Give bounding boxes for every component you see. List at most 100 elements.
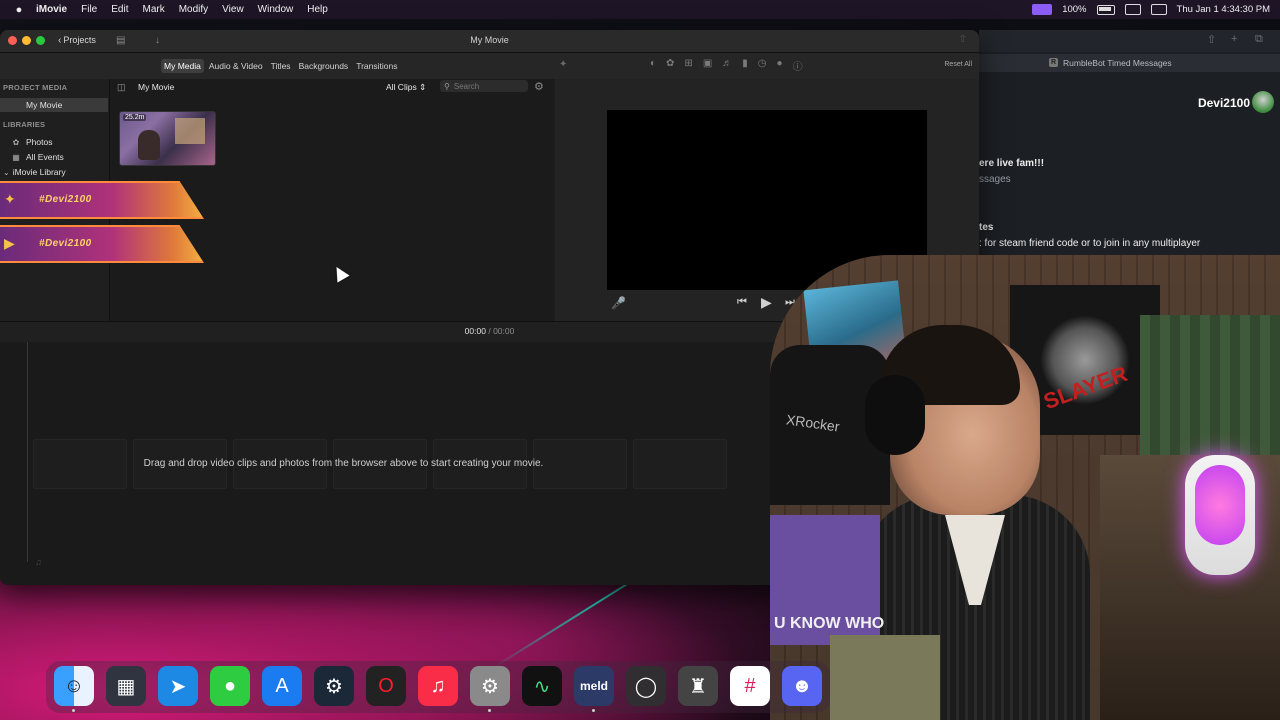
menu-edit[interactable]: Edit (111, 4, 128, 15)
system-settings-icon[interactable]: ⚙ (470, 666, 510, 706)
sidebar-item-photos[interactable]: ✿ Photos (0, 135, 108, 149)
webcam-box-text: U KNOW WHO (774, 615, 885, 632)
music-icon[interactable]: ♫ (418, 666, 458, 706)
media-toolbar: My Media Audio & Video Titles Background… (0, 53, 979, 79)
events-icon: ▦ (12, 152, 20, 162)
dock: ☺ ▦ ➤ ● A ⚙ O ♫ ⚙ ∿ meld ◯ ♜ # ☻ (46, 661, 830, 713)
banner-handle: #Devi2100 (39, 194, 92, 205)
crop-icon[interactable]: ⊞ (684, 58, 692, 73)
color-balance-icon[interactable]: ◐ (650, 58, 656, 73)
twitter-bird-icon: ✦ (4, 191, 16, 207)
sidebar-item-all-events[interactable]: ▦ All Events (0, 150, 108, 164)
volume-icon[interactable]: ♬ (722, 58, 732, 73)
magic-wand-icon[interactable]: ✦ (559, 59, 567, 70)
menu-app-name[interactable]: iMovie (36, 4, 67, 15)
info-icon[interactable]: ⓘ (793, 58, 803, 73)
battery-percent: 100% (1062, 4, 1087, 15)
activity-monitor-icon[interactable]: ∿ (522, 666, 562, 706)
tabs-overview-icon[interactable]: ⧉ (1255, 33, 1263, 46)
safari-icon[interactable]: ➤ (158, 666, 198, 706)
opera-icon[interactable]: O (366, 666, 406, 706)
share-icon[interactable]: ⇧ (959, 34, 967, 45)
menu-clock[interactable]: Thu Jan 1 4:34:30 PM (1177, 4, 1270, 15)
discord-icon[interactable]: ☻ (782, 666, 822, 706)
timecode-current: 00:00 (464, 326, 486, 336)
menu-file[interactable]: File (81, 4, 97, 15)
reset-all-button[interactable]: Reset All (944, 61, 972, 68)
finder-icon[interactable]: ☺ (54, 666, 94, 706)
launchpad-icon[interactable]: ▦ (106, 666, 146, 706)
photos-icon: ✿ (12, 137, 20, 147)
thumbnail-person (138, 130, 160, 160)
speed-icon[interactable]: ◷ (758, 58, 767, 73)
chat-message-line: ssages (979, 174, 1011, 185)
status-app-icon[interactable] (1032, 4, 1053, 15)
chat-toolbar: ⇧ + ⧉ (979, 30, 1280, 52)
running-indicator (72, 709, 75, 712)
control-center-icon[interactable] (1124, 4, 1141, 15)
chat-username: Devi2100 (1197, 96, 1250, 110)
libraries-header: LIBRARIES (3, 120, 46, 129)
playhead[interactable] (27, 342, 28, 562)
chat-message-line: tes (979, 222, 994, 233)
sidebar-item-label: My Movie (26, 100, 63, 110)
chat-tab[interactable]: R RumbleBot Timed Messages (979, 54, 1280, 72)
running-indicator (592, 709, 595, 712)
share-icon[interactable]: ⇧ (1207, 33, 1216, 46)
messages-icon[interactable]: ● (210, 666, 250, 706)
menu-window[interactable]: Window (258, 4, 294, 15)
webcam-overlay: SLAYER XRocker U KNOW WHO (770, 255, 1280, 720)
meld-icon[interactable]: meld (574, 666, 614, 706)
tab-backgrounds[interactable]: Backgrounds (296, 59, 352, 73)
gear-icon[interactable]: ⚙ (534, 80, 544, 93)
sidebar-toggle-icon[interactable]: ◫ (117, 82, 126, 93)
project-media-header: PROJECT MEDIA (3, 83, 68, 92)
tab-my-media[interactable]: My Media (161, 59, 204, 73)
stream-overlay-banner: ✦ #Devi2100 (0, 181, 204, 219)
slack-icon[interactable]: # (730, 666, 770, 706)
music-note-icon: ♫ (35, 557, 42, 567)
clip-duration: 25.2m (123, 114, 147, 121)
stabilization-icon[interactable]: ▣ (703, 58, 712, 73)
sidebar-item-label: Photos (26, 137, 53, 147)
timecode-separator: / (488, 326, 491, 336)
tab-audio-video[interactable]: Audio & Video (206, 59, 266, 73)
rumble-icon: ▶ (4, 235, 15, 251)
migration-assistant-icon[interactable]: ♜ (678, 666, 718, 706)
tab-transitions[interactable]: Transitions (353, 59, 400, 73)
noise-reduction-icon[interactable]: ▮ (742, 58, 748, 73)
battery-icon[interactable] (1096, 4, 1115, 15)
color-correction-icon[interactable]: ✿ (666, 58, 674, 73)
video-clip-thumbnail[interactable]: 25.2m (119, 111, 216, 166)
app-store-icon[interactable]: A (262, 666, 302, 706)
steam-icon[interactable]: ⚙ (314, 666, 354, 706)
tab-titles[interactable]: Titles (268, 59, 294, 73)
obs-icon[interactable]: ◯ (626, 666, 666, 706)
menu-help[interactable]: Help (307, 4, 328, 15)
search-icon: ⚲ (444, 81, 450, 91)
clip-filter-icon[interactable]: ● (777, 58, 783, 73)
menu-modify[interactable]: Modify (179, 4, 208, 15)
display-icon[interactable] (1150, 4, 1167, 15)
title-bar: ‹ Projects ▤ ↓ My Movie ⇧ (0, 30, 979, 53)
clip-filter-select[interactable]: All Clips ⇕ (386, 82, 426, 93)
webcam-headphones (865, 375, 925, 455)
skip-back-icon[interactable]: ⏮ (737, 296, 747, 309)
chevron-down-icon[interactable]: ⌄ (3, 168, 10, 177)
running-indicator (488, 709, 491, 712)
rumblebot-icon: R (1049, 58, 1058, 67)
sidebar-item-imovie-library[interactable]: ⌄ iMovie Library (0, 165, 108, 179)
search-placeholder: Search (453, 81, 480, 91)
adjustment-tools: ◐ ✿ ⊞ ▣ ♬ ▮ ◷ ● ⓘ (650, 58, 803, 73)
new-tab-icon[interactable]: + (1231, 33, 1237, 45)
menu-bar: ● iMovie File Edit Mark Modify View Wind… (0, 0, 1280, 19)
chat-window: ⇧ + ⧉ R RumbleBot Timed Messages Devi210… (979, 30, 1280, 290)
avatar[interactable] (1252, 91, 1274, 113)
apple-menu-icon[interactable]: ● (12, 4, 26, 16)
chat-message-line: ere live fam!!! (979, 158, 1045, 169)
menu-view[interactable]: View (222, 4, 244, 15)
search-input[interactable]: ⚲ Search (440, 80, 528, 92)
microphone-icon[interactable]: 🎤 (611, 296, 626, 310)
sidebar-item-my-movie[interactable]: My Movie (0, 98, 108, 112)
menu-mark[interactable]: Mark (142, 4, 164, 15)
